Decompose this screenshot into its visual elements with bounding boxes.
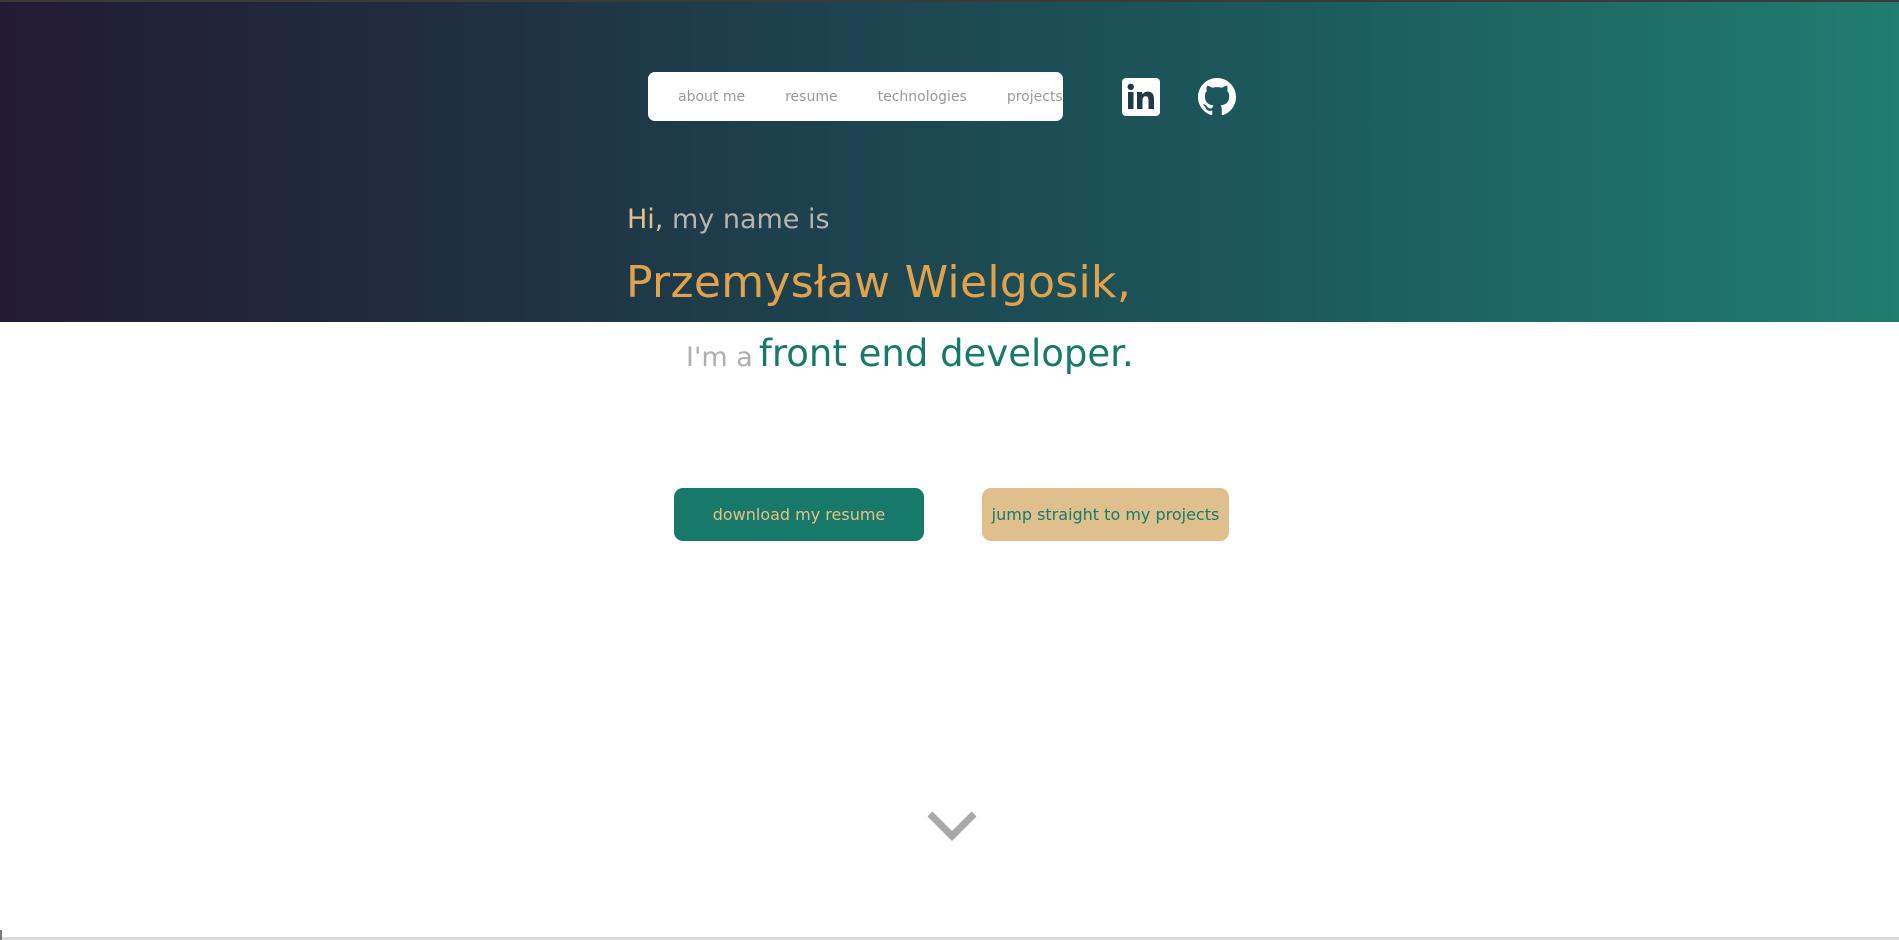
hero-name: Przemysław Wielgosik, [626,257,1132,308]
main-nav: about me resume technologies projects [648,72,1063,121]
nav-link-about-me[interactable]: about me [678,89,745,105]
jump-to-projects-button[interactable]: jump straight to my projects [982,488,1229,541]
github-icon[interactable] [1198,78,1236,116]
greeting-rest: my name is [663,204,830,235]
nav-link-technologies[interactable]: technologies [878,89,967,105]
chevron-down-icon[interactable] [926,808,978,844]
nav-link-projects[interactable]: projects [1007,89,1063,105]
page: about me resume technologies projects Hi… [0,0,1899,940]
role-prefix: I'm a [686,342,753,373]
bottom-edge-mark [0,930,2,940]
download-resume-button[interactable]: download my resume [674,488,924,541]
hero-greeting: Hi, my name is [627,204,830,235]
nav-link-resume[interactable]: resume [785,89,837,105]
hero-role-line: I'm a front end developer. [686,332,1134,375]
linkedin-icon[interactable] [1122,78,1160,116]
role-title: front end developer. [758,332,1134,375]
greeting-hi: Hi, [627,204,664,235]
